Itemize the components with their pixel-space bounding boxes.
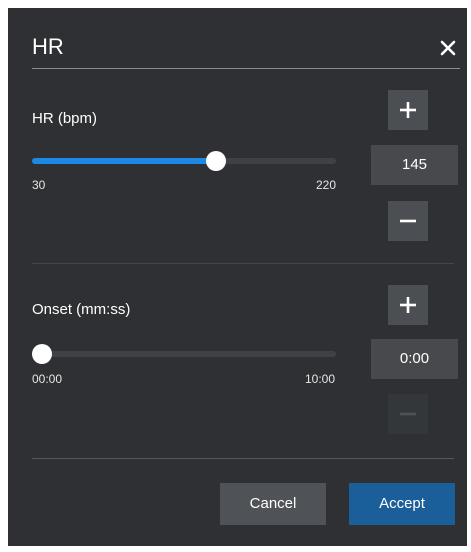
dialog-title: HR xyxy=(32,34,64,59)
onset-slider-thumb[interactable] xyxy=(32,344,52,364)
header-divider xyxy=(32,68,460,69)
onset-decrement-button[interactable] xyxy=(388,394,428,434)
hr-slider-thumb[interactable] xyxy=(206,151,226,171)
minus-icon xyxy=(400,412,416,416)
onset-min-label: 00:00 xyxy=(32,372,63,386)
plus-icon xyxy=(400,297,416,313)
onset-value-field[interactable]: 0:00 xyxy=(371,339,458,379)
plus-icon xyxy=(400,102,416,118)
onset-label: Onset (mm:ss) xyxy=(32,301,131,318)
hr-increment-button[interactable] xyxy=(388,90,428,130)
hr-max-label: 220 xyxy=(316,178,337,192)
footer-divider xyxy=(32,458,454,459)
hr-value-field[interactable]: 145 xyxy=(371,145,458,185)
accept-button[interactable]: Accept xyxy=(349,483,455,525)
cancel-button[interactable]: Cancel xyxy=(220,483,326,525)
minus-icon xyxy=(400,219,416,223)
hr-slider[interactable] xyxy=(32,151,336,171)
close-icon xyxy=(440,40,456,56)
section-divider xyxy=(32,263,454,264)
hr-dialog: HR HR (bpm) 30 220 145 Onset (mm:ss) 00:… xyxy=(8,8,467,546)
hr-min-label: 30 xyxy=(32,178,46,192)
close-button[interactable] xyxy=(436,36,460,60)
hr-slider-fill xyxy=(32,158,216,164)
hr-label: HR (bpm) xyxy=(32,110,98,127)
onset-increment-button[interactable] xyxy=(388,285,428,325)
hr-decrement-button[interactable] xyxy=(388,201,428,241)
onset-slider[interactable] xyxy=(32,344,336,364)
onset-max-label: 10:00 xyxy=(305,372,336,386)
